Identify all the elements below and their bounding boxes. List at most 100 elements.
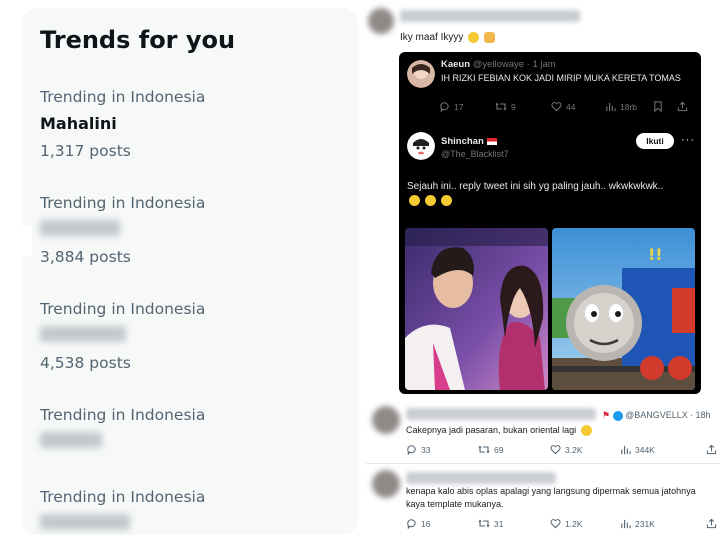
tweet-image-thomas-train[interactable]: !! bbox=[552, 228, 695, 390]
praying-hands-emoji-icon bbox=[483, 32, 495, 43]
repost-icon bbox=[478, 445, 490, 454]
tweet-author[interactable]: Shinchan bbox=[441, 136, 497, 147]
tweet-text: IH RIZKI FEBIAN KOK JADI MIRIP MUKA KERE… bbox=[441, 73, 681, 83]
share-icon bbox=[706, 518, 717, 529]
share-button[interactable] bbox=[706, 518, 717, 529]
trend-item[interactable]: Trending in Indonesia 4,538 posts bbox=[40, 300, 340, 372]
view-count: 231K bbox=[635, 518, 655, 529]
tweet-author[interactable]: Kaeun @yellowaye · 1 jam bbox=[441, 59, 556, 70]
reply-item[interactable]: ⚑ @BANGVELLX · 18h Cakepnya jadi pasaran… bbox=[366, 402, 720, 462]
trend-name-redacted[interactable] bbox=[40, 514, 340, 534]
share-icon bbox=[677, 101, 688, 112]
trend-item[interactable]: Trending in Indonesia Mahalini 1,317 pos… bbox=[40, 88, 340, 160]
trend-name-redacted[interactable] bbox=[40, 220, 340, 240]
tweet-body: Sejauh ini.. reply tweet ini sih yg pali… bbox=[407, 181, 664, 192]
tweet-image-person[interactable] bbox=[405, 228, 548, 390]
trend-name[interactable]: Mahalini bbox=[40, 114, 340, 134]
reply-button[interactable]: 33 bbox=[406, 444, 430, 455]
trend-post-count: 1,317 posts bbox=[40, 142, 131, 160]
indonesia-flag-icon bbox=[486, 137, 497, 145]
reply-actions: 33 69 3.2K 344K bbox=[406, 444, 717, 456]
views-button[interactable]: 231K bbox=[620, 518, 655, 529]
verified-badge-icon bbox=[612, 410, 623, 421]
username-redacted bbox=[406, 408, 596, 420]
reply-item[interactable]: kenapa kalo abis oplas apalagi yang lang… bbox=[366, 466, 720, 536]
trend-context: Trending in Indonesia bbox=[40, 194, 206, 212]
like-button[interactable]: 44 bbox=[551, 101, 575, 112]
trend-item[interactable]: Trending in Indonesia bbox=[40, 488, 340, 534]
reply-body: Cakepnya jadi pasaran, bukan oriental la… bbox=[406, 425, 577, 435]
avatar[interactable] bbox=[407, 60, 435, 88]
reply-count: 17 bbox=[454, 101, 464, 112]
share-button[interactable] bbox=[677, 101, 688, 112]
views-icon bbox=[621, 519, 631, 529]
repost-count: 31 bbox=[494, 518, 504, 529]
views-button[interactable]: 18rb bbox=[605, 101, 637, 112]
reply-timestamp: · 18h bbox=[690, 410, 711, 420]
trend-item[interactable]: Trending in Indonesia 3,884 posts bbox=[40, 194, 340, 266]
repost-count: 69 bbox=[494, 444, 504, 455]
trend-post-count: 4,538 posts bbox=[40, 354, 131, 372]
repost-count: 9 bbox=[511, 101, 516, 112]
reply-button[interactable]: 17 bbox=[439, 101, 463, 112]
like-button[interactable]: 1.2K bbox=[550, 518, 583, 529]
trend-context: Trending in Indonesia bbox=[40, 488, 206, 506]
more-options-icon[interactable]: ··· bbox=[681, 134, 695, 146]
crying-emoji-icon bbox=[468, 32, 480, 43]
bookmark-button[interactable] bbox=[653, 101, 663, 112]
reply-count: 33 bbox=[421, 444, 431, 455]
trend-post-count: 3,884 posts bbox=[40, 248, 131, 266]
redaction-blur bbox=[40, 326, 126, 342]
views-button[interactable]: 344K bbox=[620, 444, 655, 455]
repost-icon bbox=[495, 102, 507, 111]
trend-item[interactable]: Trending in Indonesia bbox=[40, 406, 340, 452]
laughing-emoji-icon bbox=[440, 194, 452, 206]
repost-button[interactable]: 9 bbox=[495, 101, 516, 112]
tweet-text: Sejauh ini.. reply tweet ini sih yg pali… bbox=[407, 180, 677, 208]
author-name: Kaeun bbox=[441, 59, 471, 70]
reply-button[interactable]: 16 bbox=[406, 518, 430, 529]
bookmark-icon bbox=[654, 101, 662, 112]
author-handle: @yellowaye · 1 jam bbox=[472, 59, 556, 70]
reply-author-handle[interactable]: ⚑ @BANGVELLX bbox=[602, 410, 688, 421]
handle-text: @BANGVELLX bbox=[625, 410, 688, 420]
repost-icon bbox=[478, 519, 490, 528]
top-comment[interactable]: Iky maaf Ikyyy bbox=[366, 4, 716, 46]
comment-thread: Iky maaf Ikyyy Kaeun @yellowaye · 1 jam … bbox=[362, 0, 720, 537]
trend-context: Trending in Indonesia bbox=[40, 406, 206, 424]
reply-icon bbox=[407, 445, 416, 455]
embedded-tweet-screenshot[interactable]: Kaeun @yellowaye · 1 jam IH RIZKI FEBIAN… bbox=[399, 52, 701, 394]
repost-button[interactable]: 69 bbox=[478, 444, 503, 455]
reply-icon bbox=[407, 519, 416, 529]
views-icon bbox=[621, 445, 631, 455]
reply-text: kenapa kalo abis oplas apalagi yang lang… bbox=[406, 486, 696, 509]
views-icon bbox=[606, 102, 616, 112]
redaction-blur bbox=[40, 220, 120, 236]
grinning-emoji-icon bbox=[580, 425, 592, 437]
trend-name-redacted[interactable] bbox=[40, 432, 340, 452]
repost-button[interactable]: 31 bbox=[478, 518, 503, 529]
username-redacted bbox=[400, 10, 580, 22]
like-button[interactable]: 3.2K bbox=[550, 444, 583, 455]
avatar[interactable] bbox=[368, 8, 394, 34]
author-handle: @The_Blacklist7 bbox=[441, 149, 509, 159]
heart-icon bbox=[551, 102, 562, 112]
tweet-actions: 17 9 44 18rb bbox=[439, 101, 689, 115]
panel-seam bbox=[22, 226, 32, 256]
reply-text: Cakepnya jadi pasaran, bukan oriental la… bbox=[406, 424, 592, 437]
avatar[interactable] bbox=[372, 470, 400, 498]
trends-panel: Trends for you Trending in Indonesia Mah… bbox=[22, 8, 358, 535]
heart-icon bbox=[550, 445, 561, 455]
redaction-blur bbox=[40, 514, 130, 530]
like-count: 1.2K bbox=[565, 518, 583, 529]
trend-name-redacted[interactable] bbox=[40, 326, 340, 346]
svg-text:!!: !! bbox=[648, 245, 663, 264]
avatar[interactable] bbox=[372, 406, 400, 434]
share-icon bbox=[706, 444, 717, 455]
follow-button[interactable]: Ikuti bbox=[636, 133, 674, 149]
share-button[interactable] bbox=[706, 444, 717, 455]
like-count: 3.2K bbox=[565, 444, 583, 455]
view-count: 18rb bbox=[620, 101, 638, 112]
author-name: Shinchan bbox=[441, 136, 484, 147]
avatar[interactable] bbox=[407, 132, 435, 160]
